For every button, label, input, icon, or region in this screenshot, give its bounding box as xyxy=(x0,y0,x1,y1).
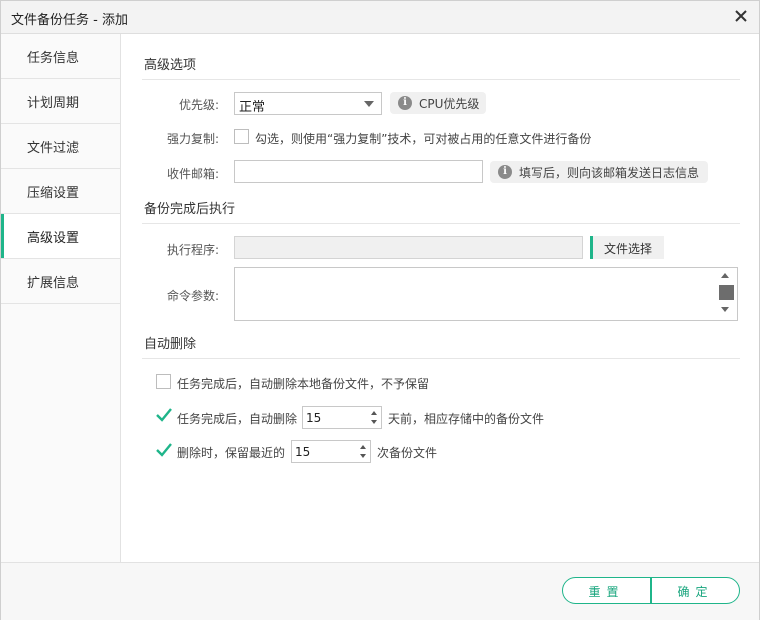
sidebar-item-task-info[interactable]: 任务信息 xyxy=(1,34,120,79)
force-copy-label: 强力复制: xyxy=(166,132,219,146)
scrollbar-thumb[interactable] xyxy=(719,285,734,300)
sidebar-item-label: 任务信息 xyxy=(27,51,80,66)
stepper-up-icon[interactable] xyxy=(360,445,366,449)
cpu-priority-tip[interactable]: i CPU优先级 xyxy=(390,92,486,114)
priority-select[interactable]: 正常 xyxy=(234,92,382,115)
dialog-window: 文件备份任务 - 添加 任务信息 计划周期 文件过滤 压缩设置 高级设置 扩展信… xyxy=(0,0,760,620)
days-stepper[interactable]: 15 xyxy=(302,406,382,429)
section-title-auto-delete: 自动删除 xyxy=(144,337,197,352)
divider xyxy=(142,223,740,224)
sidebar-item-label: 压缩设置 xyxy=(27,186,80,201)
auto-delete-local-checkbox[interactable] xyxy=(156,374,171,389)
divider xyxy=(142,358,740,359)
checkmark-icon[interactable] xyxy=(154,405,174,425)
days-value: 15 xyxy=(306,411,322,425)
priority-value: 正常 xyxy=(239,100,266,115)
reset-button[interactable]: 重置 xyxy=(562,577,651,604)
stepper-down-icon[interactable] xyxy=(360,454,366,458)
force-copy-text: 勾选，则使用“强力复制”技术，可对被占用的任意文件进行备份 xyxy=(255,132,592,146)
confirm-label: 确定 xyxy=(677,585,714,599)
sidebar-item-compression[interactable]: 压缩设置 xyxy=(1,169,120,214)
window-title: 文件备份任务 - 添加 xyxy=(11,13,128,28)
sidebar-item-schedule[interactable]: 计划周期 xyxy=(1,79,120,124)
sidebar-item-label: 计划周期 xyxy=(27,96,80,111)
stepper-up-icon[interactable] xyxy=(371,411,377,415)
program-input xyxy=(234,236,583,259)
sidebar-item-file-filter[interactable]: 文件过滤 xyxy=(1,124,120,169)
email-tip-text: 填写后，则向该邮箱发送日志信息 xyxy=(519,166,700,180)
scroll-down-arrow-icon[interactable] xyxy=(721,307,729,312)
file-select-label: 文件选择 xyxy=(604,242,653,256)
sidebar-item-label: 高级设置 xyxy=(27,231,80,246)
keep-count-value: 15 xyxy=(295,445,311,459)
info-icon: i xyxy=(498,165,512,179)
auto-delete-days-text-after: 天前，相应存储中的备份文件 xyxy=(388,412,545,426)
section-title-advanced: 高级选项 xyxy=(144,58,197,73)
sidebar-item-extension[interactable]: 扩展信息 xyxy=(1,259,120,304)
close-icon[interactable] xyxy=(731,6,751,26)
priority-label: 优先级: xyxy=(178,98,219,112)
stepper-down-icon[interactable] xyxy=(371,420,377,424)
auto-delete-days-text-before: 任务完成后，自动删除 xyxy=(177,412,298,426)
email-input[interactable] xyxy=(234,160,483,183)
email-tip: i 填写后，则向该邮箱发送日志信息 xyxy=(490,161,708,183)
sidebar: 任务信息 计划周期 文件过滤 压缩设置 高级设置 扩展信息 xyxy=(1,34,121,562)
force-copy-checkbox[interactable] xyxy=(234,129,249,144)
file-select-button[interactable]: 文件选择 xyxy=(590,236,664,259)
keep-recent-text-before: 删除时，保留最近的 xyxy=(177,446,286,460)
title-bar: 文件备份任务 - 添加 xyxy=(1,1,759,34)
sidebar-item-advanced[interactable]: 高级设置 xyxy=(1,214,120,259)
email-label: 收件邮箱: xyxy=(166,167,219,181)
confirm-button[interactable]: 确定 xyxy=(651,577,740,604)
sidebar-item-label: 文件过滤 xyxy=(27,141,80,156)
keep-recent-text-after: 次备份文件 xyxy=(377,446,438,460)
info-icon: i xyxy=(398,96,412,110)
scroll-up-arrow-icon[interactable] xyxy=(721,273,729,278)
args-textarea[interactable] xyxy=(234,267,738,321)
divider xyxy=(142,79,740,80)
program-label: 执行程序: xyxy=(166,243,219,257)
checkmark-icon[interactable] xyxy=(154,440,174,460)
auto-delete-local-text: 任务完成后，自动删除本地备份文件，不予保留 xyxy=(177,377,430,391)
section-title-post-exec: 备份完成后执行 xyxy=(144,202,236,217)
keep-count-stepper[interactable]: 15 xyxy=(291,440,371,463)
sidebar-item-label: 扩展信息 xyxy=(27,276,80,291)
args-label: 命令参数: xyxy=(166,289,219,303)
reset-label: 重置 xyxy=(588,585,625,599)
chevron-down-icon xyxy=(364,101,374,107)
cpu-priority-label: CPU优先级 xyxy=(419,97,480,111)
